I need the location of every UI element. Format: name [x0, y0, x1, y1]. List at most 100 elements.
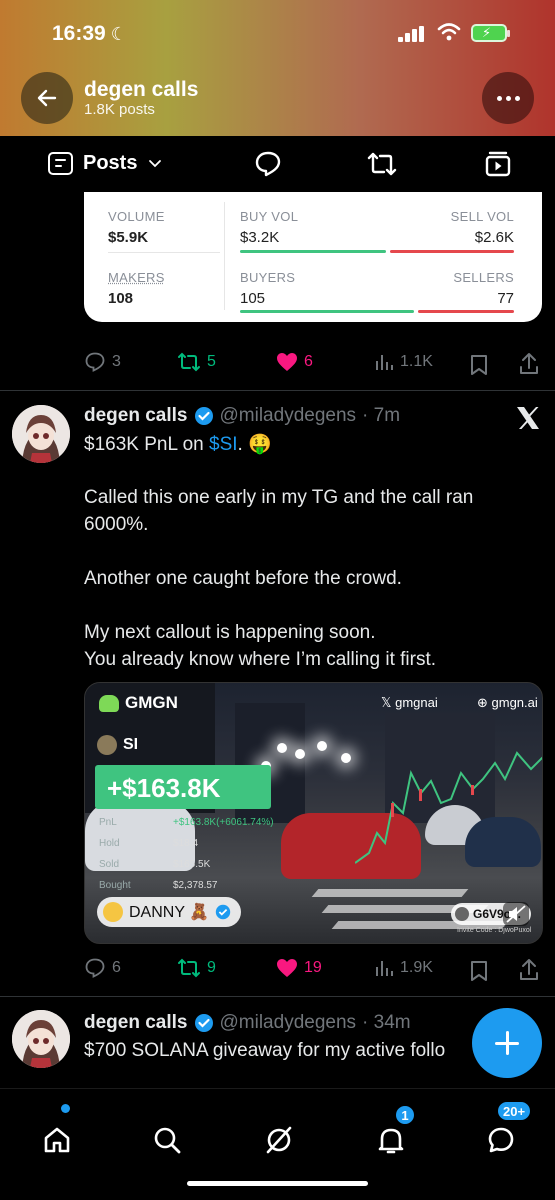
post-time: · 34m	[362, 1012, 411, 1033]
media-user-chip: DANNY 🧸	[97, 897, 242, 927]
reply-icon	[85, 958, 105, 978]
avatar[interactable]	[12, 1010, 70, 1068]
reply-button[interactable]: 3	[84, 348, 121, 376]
token-symbol: SI	[97, 735, 138, 755]
battery-icon: ⚡	[471, 24, 510, 42]
heart-icon	[277, 353, 297, 371]
buy-vol-label: BUY VOL	[240, 209, 299, 224]
user-avatar-icon	[103, 902, 123, 922]
repost-count: 5	[207, 353, 216, 370]
post-actions: 3 5 6 1.1K	[84, 348, 544, 376]
back-button[interactable]	[21, 72, 73, 124]
cashtag-link[interactable]: $SI	[209, 434, 238, 455]
mute-button[interactable]	[503, 902, 529, 926]
post-author-row: degen calls @miladydegens · 34m	[84, 1010, 411, 1036]
home-indicator	[187, 1181, 368, 1186]
sold-row-value: $165.5K	[173, 859, 211, 870]
post-media[interactable]: GMGN 𝕏 gmgnai ⊕ gmgn.ai SI +$163.8K PnL …	[84, 682, 543, 944]
signal-icon	[398, 26, 428, 42]
post-text-line: $700 SOLANA giveaway for my active follo	[84, 1040, 446, 1061]
makers-label: MAKERS	[108, 270, 165, 285]
bought-row-label: Bought	[99, 880, 131, 891]
avatar-image	[12, 405, 70, 463]
tab-posts[interactable]: Posts	[48, 148, 163, 178]
author-handle[interactable]: @miladydegens	[220, 405, 357, 427]
repost-button[interactable]: 9	[177, 954, 216, 982]
messages-badge: 20+	[497, 1101, 532, 1121]
repost-icon	[178, 352, 200, 372]
hold-row-value: $18.4	[173, 838, 199, 849]
pnl-row-label: PnL	[99, 817, 117, 828]
arrow-left-icon	[37, 89, 57, 107]
bought-row-value: $2,378.57	[173, 880, 218, 891]
post-time: · 7m	[362, 405, 401, 426]
author-handle[interactable]: @miladydegens	[220, 1012, 357, 1034]
profile-tabs: Posts	[0, 136, 555, 192]
gmgn-logo: GMGN	[99, 693, 178, 713]
media-x-handle: 𝕏 gmgnai	[381, 695, 438, 710]
post-text-line: You already know where I’m calling it fi…	[84, 649, 437, 670]
sellers-value: 77	[497, 290, 514, 307]
post-count: 1.8K posts	[84, 101, 155, 118]
sell-vol-bar	[390, 250, 514, 253]
post-author-row: degen calls @miladydegens · 7m	[84, 403, 400, 429]
bookmark-icon[interactable]	[470, 351, 488, 379]
pnl-value: +$163.8K	[107, 773, 221, 803]
invite-code: Invite Code : DjwoPuxol	[457, 927, 532, 934]
token-icon	[97, 735, 117, 755]
tab-posts-label: Posts	[83, 151, 138, 174]
timeline: VOLUME $5.9K MAKERS 108 BUY VOL $3.2K SE…	[0, 192, 555, 1088]
bookmark-icon[interactable]	[470, 957, 488, 985]
author-name[interactable]: degen calls	[84, 405, 188, 427]
chevron-down-icon	[149, 160, 162, 168]
tab-replies[interactable]	[254, 150, 282, 178]
buy-vol-bar	[240, 250, 386, 253]
author-name[interactable]: degen calls	[84, 1012, 188, 1034]
share-icon[interactable]	[518, 350, 540, 378]
messages-icon[interactable]	[486, 1125, 516, 1155]
tab-videos[interactable]	[484, 150, 512, 178]
frog-icon	[99, 694, 119, 712]
views-icon	[376, 355, 393, 370]
sellers-bar	[418, 310, 514, 313]
views-count: 1.1K	[400, 353, 433, 370]
post-text-line: Called this one early in my TG and the c…	[84, 487, 474, 508]
post-divider	[0, 390, 555, 391]
status-time: 16:39 ☾	[52, 22, 127, 45]
tab-reposts[interactable]	[367, 150, 397, 178]
avatar[interactable]	[12, 405, 70, 463]
repost-button[interactable]: 5	[177, 348, 216, 376]
search-icon[interactable]	[152, 1125, 182, 1155]
views-button[interactable]: 1.1K	[374, 348, 433, 376]
home-icon[interactable]	[42, 1125, 72, 1155]
x-logo-icon	[517, 407, 539, 429]
grok-icon[interactable]	[264, 1125, 294, 1155]
price-chart-overlay	[355, 751, 542, 864]
verified-icon	[215, 904, 231, 920]
post-actions: 6 9 19 1.9K	[84, 954, 544, 982]
speaker-muted-icon	[506, 905, 526, 923]
buyers-bar	[240, 310, 414, 313]
notifications-icon[interactable]	[376, 1125, 406, 1155]
views-button[interactable]: 1.9K	[374, 954, 433, 982]
code-avatar-icon	[455, 907, 469, 921]
share-icon[interactable]	[518, 956, 540, 984]
pnl-row-value: +$163.8K(+6061.74%)	[173, 817, 274, 828]
verified-icon	[194, 1014, 213, 1032]
reply-count: 3	[112, 353, 121, 370]
wifi-icon	[437, 23, 461, 41]
token-stats-card[interactable]: VOLUME $5.9K MAKERS 108 BUY VOL $3.2K SE…	[84, 192, 542, 322]
repost-icon	[178, 958, 200, 978]
compose-post-button[interactable]	[472, 1008, 542, 1078]
profile-name: degen calls	[84, 78, 199, 101]
like-button[interactable]: 6	[276, 348, 313, 376]
reply-button[interactable]: 6	[84, 954, 121, 982]
sellers-label: SELLERS	[453, 270, 514, 285]
media-site: ⊕ gmgn.ai	[477, 695, 538, 710]
like-button[interactable]: 19	[276, 954, 322, 982]
hold-row-label: Hold	[99, 838, 120, 849]
home-unread-dot	[61, 1104, 70, 1113]
more-options-button[interactable]	[482, 72, 534, 124]
buy-vol-value: $3.2K	[240, 229, 280, 246]
post-divider	[0, 996, 555, 997]
